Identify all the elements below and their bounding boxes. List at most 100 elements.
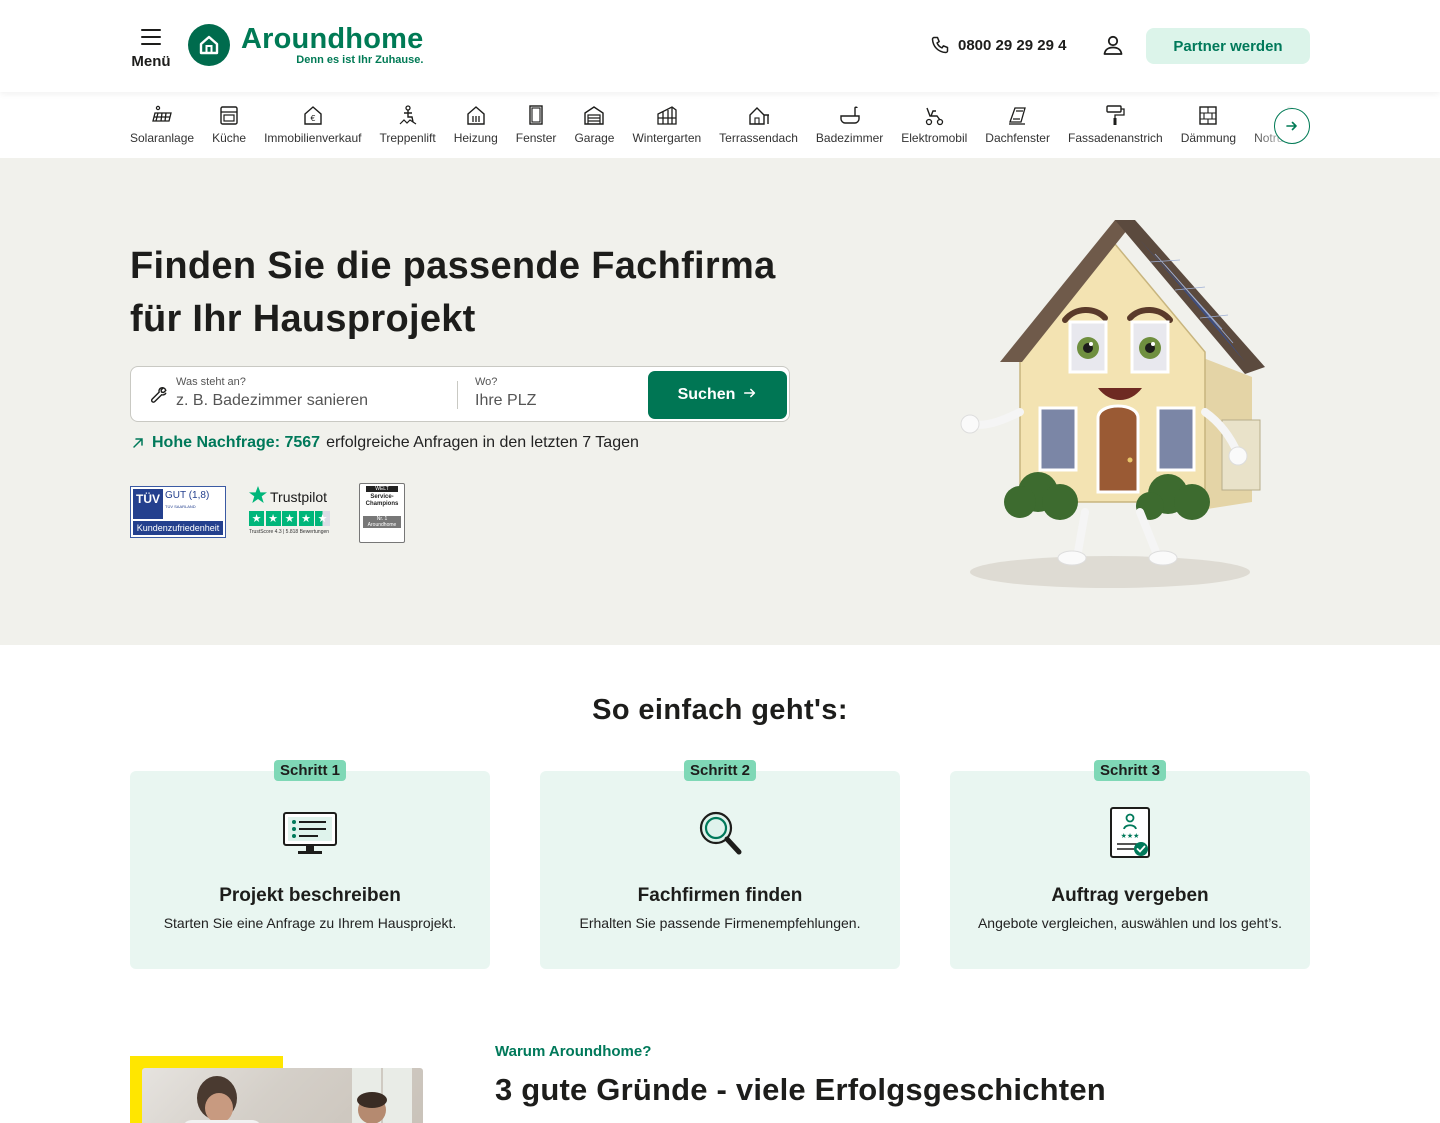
category-item[interactable]: Dachfenster (985, 104, 1050, 150)
category-item[interactable]: Garage (574, 104, 614, 150)
trend-arrow-icon (133, 438, 143, 448)
category-item[interactable]: Fassadenanstrich (1068, 104, 1163, 150)
category-label: Dämmung (1180, 131, 1237, 145)
category-label: Dachfenster (985, 131, 1050, 145)
step-title: Projekt beschreiben (219, 885, 401, 906)
arrow-right-icon (743, 386, 757, 405)
category-bar: Solaranlage Küche € Immobilienverkauf Treppe… (0, 92, 1440, 158)
category-item[interactable]: Elektromobil (901, 104, 967, 150)
magnifier-icon (699, 811, 742, 855)
category-label: Treppenlift (379, 131, 436, 145)
site-header: Menü Aroundhome Denn es ist Ihr Zuhause.… (0, 0, 1440, 92)
hero-title-line2: für Ihr Hausprojekt (130, 298, 476, 340)
step-pill: Schritt 3 (1093, 760, 1167, 781)
category-item[interactable]: Badezimmer (816, 104, 883, 150)
category-label: Wintergarten (632, 131, 702, 145)
roof-window-icon (1008, 107, 1026, 125)
customer-photo (142, 1068, 423, 1123)
welt-rank: Nr. 1 Aroundhome (363, 516, 401, 528)
demand-text: erfolgreiche Anfragen in den letzten 7 T… (326, 434, 639, 451)
garage-icon (584, 106, 605, 125)
zip-input[interactable] (475, 392, 635, 410)
logo-name: Aroundhome (241, 23, 424, 55)
insulation-icon (1199, 106, 1218, 125)
category-item[interactable]: Solaranlage (130, 104, 194, 150)
partner-button[interactable]: Partner werden (1146, 28, 1310, 64)
steps-title: So einfach geht's: (592, 694, 848, 726)
logo[interactable]: Aroundhome Denn es ist Ihr Zuhause. (188, 24, 423, 66)
where-field: Wo? (475, 376, 635, 410)
welt-badge[interactable]: WELT Service-Champions Nr. 1 Aroundhome (359, 483, 405, 543)
phone-number: 0800 29 29 29 4 (958, 36, 1067, 54)
user-account-button[interactable] (1101, 33, 1125, 57)
why-kicker: Warum Aroundhome? (495, 1043, 652, 1060)
category-item[interactable]: € Immobilienverkauf (264, 104, 361, 150)
menu-button[interactable]: Menü (130, 27, 172, 71)
svg-text:★★★: ★★★ (1121, 832, 1140, 840)
category-item[interactable]: Treppenlift (379, 104, 436, 150)
category-item[interactable]: Fenster (515, 104, 557, 150)
category-item[interactable]: Heizung (454, 104, 498, 150)
category-label: Terrassendach (719, 131, 798, 145)
category-item[interactable]: Terrassendach (719, 104, 798, 150)
welt-top: WELT (366, 486, 398, 492)
house-mascot-illustration (960, 220, 1265, 588)
category-item[interactable]: Küche (212, 104, 246, 150)
category-next-button[interactable] (1274, 108, 1310, 144)
star-icon: ★ (265, 511, 281, 526)
category-label: Heizung (453, 131, 498, 145)
window-icon (529, 105, 543, 125)
star-icon: ★ (249, 511, 264, 526)
search-button-label: Suchen (677, 386, 736, 403)
welt-title: Service-Champions (365, 494, 399, 507)
step-description: Starten Sie eine Anfrage zu Ihrem Hauspr… (163, 915, 457, 931)
category-item[interactable]: Dämmung (1181, 104, 1236, 150)
mobility-scooter-icon (926, 107, 944, 126)
hero-title: Finden Sie die passende Fachfirma für Ih… (130, 240, 830, 346)
step-card-3: Schritt 3 ★★★ Auftrag vergeben Angebote … (950, 760, 1310, 969)
menu-label: Menü (131, 53, 171, 70)
step-description: Angebote vergleichen, auswählen und los … (977, 915, 1283, 931)
step-title: Fachfirmen finden (637, 885, 803, 906)
monitor-checklist-icon (283, 812, 337, 854)
terrace-roof-icon (748, 107, 769, 125)
solar-panel-icon (152, 105, 172, 122)
phone-link[interactable]: 0800 29 29 29 4 (930, 35, 1066, 55)
category-label: Garage (574, 131, 615, 145)
star-half-icon: ★ (315, 511, 330, 526)
tuv-badge[interactable]: TÜV GUT (1,8) TÜV SAARLAND Kundenzufried… (130, 486, 226, 538)
what-input[interactable] (176, 392, 446, 410)
category-label: Fenster (515, 131, 557, 145)
hamburger-icon (141, 29, 161, 45)
why-title: 3 gute Gründe - viele Erfolgsgeschichten (495, 1072, 1106, 1107)
stairlift-icon (399, 105, 416, 125)
category-item[interactable]: Wintergarten (632, 104, 701, 150)
category-label: Badezimmer (815, 131, 884, 145)
logo-tagline: Denn es ist Ihr Zuhause. (296, 54, 424, 66)
demand-note: Hohe Nachfrage: 7567 erfolgreiche Anfrag… (132, 434, 639, 452)
why-section-image (130, 1056, 423, 1123)
trustpilot-name: Trustpilot (270, 489, 328, 505)
category-label: Elektromobil (901, 131, 968, 145)
search-button[interactable]: Suchen (648, 371, 787, 419)
step-card-2: Schritt 2 Fachfirmen finden Erhalten Sie… (540, 760, 900, 969)
category-list: Solaranlage Küche € Immobilienverkauf Treppe… (130, 104, 1328, 150)
what-field-label: Was steht an? (176, 376, 246, 388)
what-field: Was steht an? (176, 376, 446, 410)
trustpilot-star-icon (249, 486, 267, 503)
step-pill: Schritt 1 (273, 760, 347, 781)
tuv-bar: Kundenzufriedenheit (133, 521, 223, 535)
step-card-1: Schritt 1 Projekt beschreiben Starten Si… (130, 760, 490, 969)
tuv-grade: GUT (1,8) (165, 490, 210, 501)
trustpilot-badge[interactable]: Trustpilot ★ ★ ★ ★ ★ TrustScore 4.3 | 5.… (248, 485, 334, 541)
oven-icon (220, 106, 238, 125)
paint-roller-icon (1106, 105, 1125, 125)
hero-title-line1: Finden Sie die passende Fachfirma (130, 245, 776, 287)
search-form: Was steht an? Wo? Suchen (130, 366, 790, 422)
svg-text:€: € (310, 114, 315, 123)
contract-check-icon: ★★★ (1110, 807, 1150, 858)
trustpilot-score: TrustScore 4.3 | 5.818 Bewertungen (249, 529, 330, 535)
house-euro-icon: € (304, 106, 322, 125)
category-label: Küche (212, 131, 247, 145)
category-label: Fassadenanstrich (1067, 131, 1163, 145)
